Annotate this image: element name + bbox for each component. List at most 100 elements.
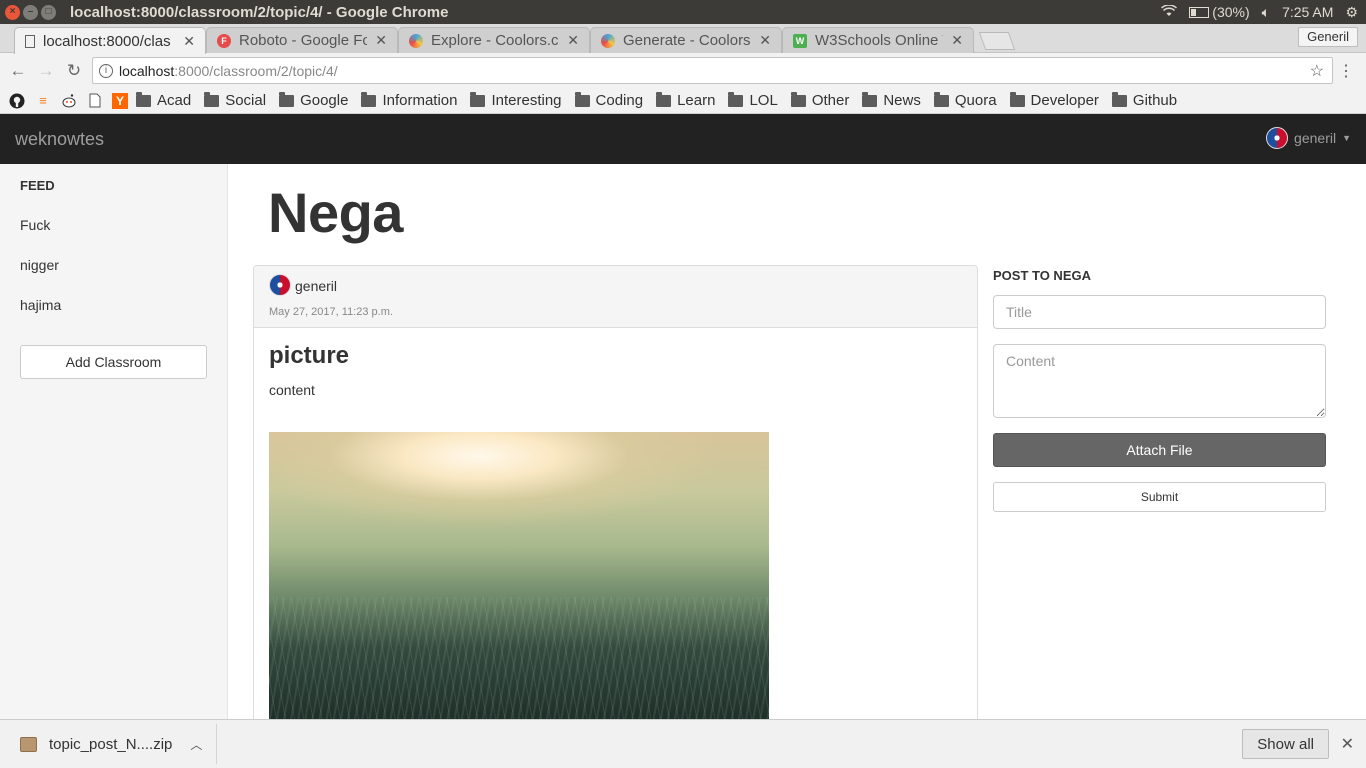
github-icon[interactable] <box>8 92 26 110</box>
show-all-button[interactable]: Show all <box>1242 729 1329 759</box>
submit-button[interactable]: Submit <box>993 482 1326 512</box>
folder-icon <box>1111 91 1127 107</box>
bookmark-folder-social[interactable]: Social <box>204 91 266 109</box>
wifi-icon[interactable] <box>1161 4 1178 20</box>
bookmark-label: News <box>883 92 921 109</box>
folder-icon <box>470 91 486 107</box>
w3schools-icon: W <box>793 33 807 48</box>
profile-button[interactable]: Generil <box>1298 27 1358 47</box>
bookmark-label: LOL <box>749 92 778 109</box>
window-minimize-icon[interactable]: – <box>23 4 38 20</box>
bookmark-star-icon[interactable]: ☆ <box>1310 61 1324 81</box>
new-tab-button[interactable] <box>978 32 1016 50</box>
title-input[interactable] <box>993 295 1326 329</box>
bookmark-folder-developer[interactable]: Developer <box>1009 91 1099 109</box>
attach-file-button[interactable]: Attach File <box>993 433 1326 467</box>
zip-file-icon <box>20 736 37 752</box>
tab-close-icon[interactable]: ✕ <box>567 32 579 49</box>
tab-title: Generate - Coolors. <box>623 32 752 49</box>
folder-icon <box>574 91 590 107</box>
user-name: generil <box>1294 130 1337 146</box>
settings-gear-icon[interactable]: ⚙ <box>1345 4 1358 21</box>
bookmark-folder-news[interactable]: News <box>862 91 921 109</box>
document-icon[interactable] <box>86 92 104 110</box>
tab-close-icon[interactable]: ✕ <box>183 33 195 50</box>
folder-icon <box>279 91 295 107</box>
user-menu[interactable]: generil ▼ <box>1266 127 1351 149</box>
post-author[interactable]: generil <box>295 278 337 294</box>
coolors-icon <box>409 33 423 48</box>
bookmark-folder-google[interactable]: Google <box>279 91 348 109</box>
folder-icon <box>1009 91 1025 107</box>
sidebar-heading[interactable]: FEED <box>20 178 55 193</box>
image-texture <box>269 597 769 732</box>
bookmark-folder-learn[interactable]: Learn <box>656 91 716 109</box>
tab-close-icon[interactable]: ✕ <box>375 32 387 49</box>
chevron-up-icon[interactable]: ︿ <box>190 736 202 753</box>
back-arrow-icon[interactable]: ← <box>4 61 32 81</box>
browser-tab-3[interactable]: Explore - Coolors.c ✕ <box>398 27 590 53</box>
volume-icon[interactable]: 🔈︎ <box>1262 4 1270 21</box>
bookmark-folder-github[interactable]: Github <box>1111 91 1178 109</box>
bookmark-folder-lol[interactable]: LOL <box>728 91 778 109</box>
folder-icon <box>790 91 806 107</box>
page-icon <box>25 34 35 48</box>
sidebar-item-hajima[interactable]: hajima <box>20 297 61 313</box>
sidebar-item-nigger[interactable]: nigger <box>20 257 59 273</box>
page-title: Nega <box>268 181 403 244</box>
window-title: localhost:8000/classroom/2/topic/4/ - Go… <box>70 3 449 21</box>
browser-menu-icon[interactable]: ⋮ <box>1338 61 1354 81</box>
add-classroom-button[interactable]: Add Classroom <box>20 345 207 379</box>
post-image <box>269 432 769 732</box>
tab-title: W3Schools Online W <box>815 32 944 49</box>
brand-link[interactable]: weknowtes <box>15 129 104 150</box>
folder-icon <box>862 91 878 107</box>
bookmark-label: Other <box>811 92 850 109</box>
browser-tab-1[interactable]: localhost:8000/clas ✕ <box>14 27 206 54</box>
tab-close-icon[interactable]: ✕ <box>951 32 963 49</box>
google-fonts-icon: F <box>217 33 231 48</box>
battery-indicator[interactable]: (30%) <box>1189 4 1250 20</box>
post-date: May 27, 2017, 11:23 p.m. <box>269 306 393 318</box>
caret-down-icon: ▼ <box>1342 133 1351 143</box>
bookmark-folder-coding[interactable]: Coding <box>574 91 643 109</box>
tab-title: Explore - Coolors.c <box>431 32 559 49</box>
download-item[interactable]: topic_post_N....zip ︿ <box>20 724 218 764</box>
sidebar-item-fuck[interactable]: Fuck <box>20 217 50 233</box>
browser-tab-5[interactable]: W W3Schools Online W ✕ <box>782 27 974 53</box>
window-maximize-icon[interactable]: □ <box>41 4 56 20</box>
folder-icon <box>361 91 377 107</box>
browser-toolbar: ← → ↻ i localhost:8000/classroom/2/topic… <box>0 53 1366 88</box>
bookmark-folder-interesting[interactable]: Interesting <box>470 91 562 109</box>
content-textarea[interactable] <box>993 344 1326 418</box>
stackoverflow-icon[interactable]: ≡ <box>34 92 52 110</box>
window-close-icon[interactable]: × <box>5 4 20 20</box>
system-tray: (30%) 🔈︎ 7:25 AM ⚙ <box>1161 0 1358 24</box>
bookmark-folder-quora[interactable]: Quora <box>933 91 997 109</box>
bookmark-label: Learn <box>677 92 716 109</box>
tab-close-icon[interactable]: ✕ <box>759 32 771 49</box>
download-shelf: topic_post_N....zip ︿ Show all ✕ <box>0 719 1366 768</box>
bookmark-label: Github <box>1132 92 1178 109</box>
bookmark-folder-other[interactable]: Other <box>790 91 850 109</box>
folder-icon <box>933 91 949 107</box>
url-host: localhost <box>119 62 175 79</box>
tab-title: localhost:8000/clas <box>43 32 171 50</box>
info-icon[interactable]: i <box>99 63 113 78</box>
avatar <box>269 274 291 296</box>
battery-percent: (30%) <box>1212 4 1250 20</box>
bookmark-label: Developer <box>1030 92 1099 109</box>
forward-arrow-icon[interactable]: → <box>32 61 60 81</box>
reload-icon[interactable]: ↻ <box>60 61 88 81</box>
hacker-news-icon[interactable]: Y <box>112 92 128 109</box>
bookmark-folder-acad[interactable]: Acad <box>136 91 191 109</box>
url-path: :8000/classroom/2/topic/4/ <box>174 62 338 79</box>
bookmark-folder-information[interactable]: Information <box>361 91 457 109</box>
address-bar[interactable]: i localhost:8000/classroom/2/topic/4/ ☆ <box>92 57 1333 84</box>
close-icon[interactable]: ✕ <box>1341 734 1354 754</box>
browser-tab-4[interactable]: Generate - Coolors. ✕ <box>590 27 782 53</box>
browser-tab-2[interactable]: F Roboto - Google Fo ✕ <box>206 27 398 53</box>
tab-title: Roboto - Google Fo <box>239 32 368 49</box>
reddit-icon[interactable] <box>60 92 78 110</box>
clock[interactable]: 7:25 AM <box>1282 4 1333 20</box>
